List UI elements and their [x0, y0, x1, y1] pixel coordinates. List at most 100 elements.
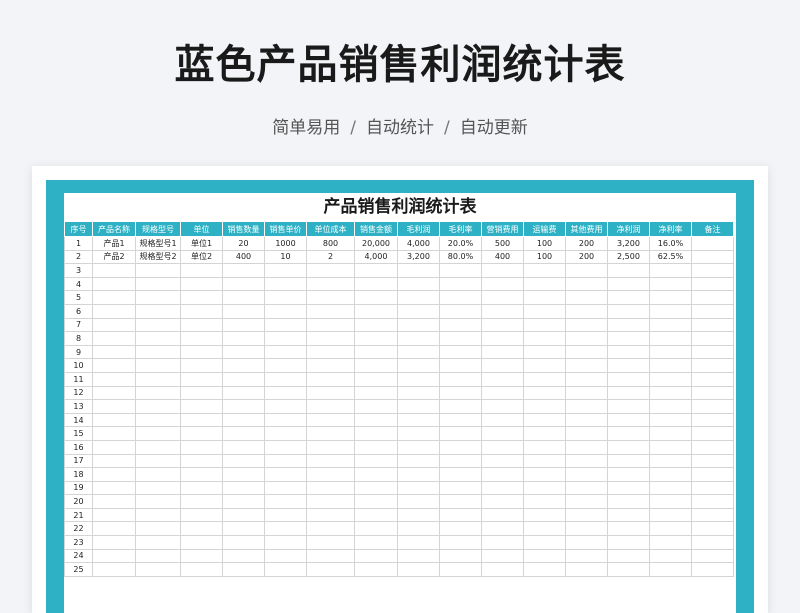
table-cell[interactable]	[180, 426, 223, 441]
table-cell[interactable]	[565, 494, 608, 509]
table-cell[interactable]	[523, 439, 566, 455]
table-cell[interactable]	[397, 385, 440, 401]
table-cell[interactable]	[565, 263, 608, 278]
table-cell[interactable]	[354, 317, 398, 333]
table-cell[interactable]	[92, 331, 136, 346]
table-cell[interactable]	[691, 290, 734, 305]
table-cell[interactable]	[222, 507, 265, 523]
table-cell[interactable]	[222, 303, 265, 319]
table-cell[interactable]	[180, 276, 223, 292]
table-cell[interactable]	[565, 412, 608, 428]
table-cell[interactable]	[397, 467, 440, 482]
table-cell[interactable]	[607, 426, 650, 441]
table-cell[interactable]	[92, 303, 136, 319]
table-cell[interactable]: 400	[222, 249, 265, 265]
table-cell[interactable]	[92, 399, 136, 414]
table-cell[interactable]	[523, 371, 566, 387]
table-cell[interactable]	[607, 535, 650, 550]
table-cell[interactable]: 3,200	[607, 236, 650, 251]
table-cell[interactable]: 20	[64, 494, 93, 509]
table-cell[interactable]	[565, 535, 608, 550]
table-cell[interactable]	[222, 535, 265, 550]
table-cell[interactable]	[523, 453, 566, 469]
table-cell[interactable]	[523, 276, 566, 292]
table-cell[interactable]	[354, 385, 398, 401]
table-cell[interactable]	[397, 453, 440, 469]
table-cell[interactable]	[691, 276, 734, 292]
table-cell[interactable]	[439, 412, 482, 428]
table-cell[interactable]	[306, 412, 355, 428]
table-cell[interactable]	[135, 263, 181, 278]
table-cell[interactable]: 1	[64, 236, 93, 251]
table-cell[interactable]	[607, 467, 650, 482]
table-cell[interactable]	[481, 521, 524, 537]
table-cell[interactable]	[691, 249, 734, 265]
table-cell[interactable]	[264, 412, 307, 428]
table-cell[interactable]	[306, 344, 355, 360]
table-cell[interactable]	[649, 358, 692, 373]
table-cell[interactable]	[607, 276, 650, 292]
table-cell[interactable]	[481, 399, 524, 414]
table-cell[interactable]: 1000	[264, 236, 307, 251]
table-cell[interactable]	[135, 535, 181, 550]
table-cell[interactable]	[649, 371, 692, 387]
table-cell[interactable]	[354, 494, 398, 509]
table-cell[interactable]: 800	[306, 236, 355, 251]
table-cell[interactable]	[354, 263, 398, 278]
table-cell[interactable]	[354, 426, 398, 441]
table-cell[interactable]	[607, 439, 650, 455]
table-cell[interactable]	[691, 358, 734, 373]
table-cell[interactable]	[92, 439, 136, 455]
table-cell[interactable]	[180, 371, 223, 387]
table-cell[interactable]	[135, 331, 181, 346]
table-cell[interactable]	[180, 263, 223, 278]
table-cell[interactable]	[135, 399, 181, 414]
table-cell[interactable]	[481, 548, 524, 564]
table-cell[interactable]	[691, 344, 734, 360]
table-cell[interactable]	[306, 426, 355, 441]
table-cell[interactable]: 7	[64, 317, 93, 333]
table-cell[interactable]	[481, 412, 524, 428]
table-cell[interactable]	[523, 317, 566, 333]
table-cell[interactable]	[481, 562, 524, 577]
table-cell[interactable]	[135, 371, 181, 387]
table-cell[interactable]	[565, 467, 608, 482]
table-cell[interactable]	[481, 317, 524, 333]
table-cell[interactable]	[222, 439, 265, 455]
table-cell[interactable]	[439, 480, 482, 496]
table-cell[interactable]	[92, 276, 136, 292]
table-cell[interactable]	[481, 276, 524, 292]
table-cell[interactable]	[565, 358, 608, 373]
table-cell[interactable]	[222, 331, 265, 346]
table-cell[interactable]	[135, 507, 181, 523]
table-cell[interactable]	[649, 426, 692, 441]
table-cell[interactable]	[306, 494, 355, 509]
table-cell[interactable]	[354, 344, 398, 360]
table-cell[interactable]: 100	[523, 249, 566, 265]
table-cell[interactable]: 20.0%	[439, 236, 482, 251]
table-cell[interactable]	[306, 358, 355, 373]
table-cell[interactable]	[691, 548, 734, 564]
table-cell[interactable]	[306, 467, 355, 482]
table-cell[interactable]	[439, 331, 482, 346]
table-cell[interactable]	[691, 331, 734, 346]
table-cell[interactable]	[354, 548, 398, 564]
table-cell[interactable]	[565, 507, 608, 523]
table-cell[interactable]	[565, 303, 608, 319]
table-cell[interactable]	[523, 303, 566, 319]
table-cell[interactable]	[222, 276, 265, 292]
table-cell[interactable]	[523, 290, 566, 305]
table-cell[interactable]	[222, 521, 265, 537]
table-cell[interactable]	[691, 507, 734, 523]
table-cell[interactable]	[264, 344, 307, 360]
table-cell[interactable]	[649, 331, 692, 346]
table-cell[interactable]	[222, 480, 265, 496]
table-cell[interactable]	[481, 480, 524, 496]
table-cell[interactable]	[92, 371, 136, 387]
table-cell[interactable]: 3	[64, 263, 93, 278]
table-cell[interactable]: 9	[64, 344, 93, 360]
table-cell[interactable]	[649, 399, 692, 414]
table-cell[interactable]	[607, 453, 650, 469]
table-cell[interactable]	[92, 467, 136, 482]
table-cell[interactable]	[439, 535, 482, 550]
